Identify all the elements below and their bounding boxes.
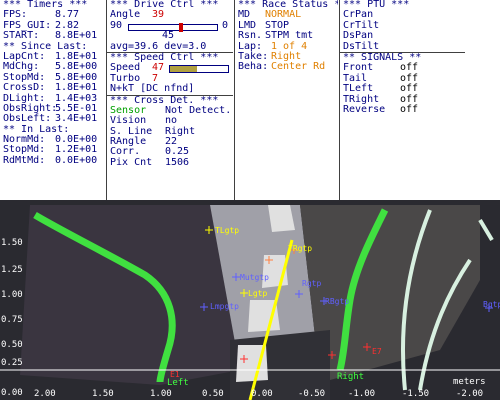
in-last-label: RdMtMd: [3, 154, 46, 166]
ptu-item: DsTilt [343, 40, 380, 52]
drive-ctrl-panel: *** Drive Ctrl *** Angle 39 90 0 45 avg=3… [107, 0, 233, 200]
label-e1: E1 [170, 370, 180, 379]
since-item-value: 1.8E+01 [55, 82, 98, 94]
label-lgtp: Lgtp [248, 289, 268, 298]
nxt-label: N+kT [DC nfnd] [110, 83, 195, 95]
label-left: Left [167, 378, 189, 388]
label-rbgtp: RBgtp [325, 297, 350, 306]
label-bgtp: Bgtp [483, 300, 500, 309]
race-status-panel: *** Race Status *** MDNORMAL LMDSTOP Rsn… [235, 0, 338, 200]
cross-item-value: 1506 [165, 156, 190, 168]
y-tick-label: 1.25 [1, 265, 23, 275]
y-tick-label: 1.00 [1, 290, 23, 300]
camera-view: TLgtp TRgtp Mutgtp Lgtp Rgtp RBgtp Lmpgt… [0, 200, 500, 400]
timers-panel: *** Timers *** FPS: 8.77 FPS_GUI: 2.82 STA… [0, 0, 105, 200]
speed-bar-fill [170, 66, 197, 73]
road-left-segment [20, 205, 240, 385]
in-last-value: 0.0E+00 [55, 154, 98, 166]
x-tick-label: 0.50 [202, 389, 224, 399]
x-tick-label: 1.00 [150, 389, 172, 399]
beha-label: Beha: [238, 61, 269, 73]
beha-value: Center Rd [271, 61, 326, 73]
label-rgtp: Rgtp [302, 279, 322, 288]
x-tick-label: 2.00 [34, 389, 56, 399]
label-right: Right [337, 372, 365, 382]
x-tick-label: -0.50 [298, 389, 326, 399]
units-label: meters [453, 377, 486, 387]
angle-value: 39 [152, 9, 165, 21]
x-tick-label: -2.00 [456, 389, 484, 399]
y-tick-label: 0.75 [1, 315, 23, 325]
signal-value: off [400, 83, 419, 95]
x-tick-label: -1.50 [402, 389, 430, 399]
label-e7: E7 [372, 347, 382, 356]
camera-view-canvas [0, 200, 500, 400]
y-tick-label: 0.50 [1, 340, 23, 350]
y-tick-label: 0.25 [1, 358, 23, 368]
ptu-panel: *** PTU *** CrPan CrTilt DsPan DsTilt **… [340, 0, 500, 200]
slider-max-label: 0 [222, 19, 229, 31]
y-tick-label: 0.00 [1, 388, 23, 398]
x-tick-label: 0.00 [251, 389, 273, 399]
speed-bar [169, 65, 229, 74]
label-lmpgtp: Lmpgtp [210, 302, 239, 311]
label-trgtp: TRgtp [288, 244, 313, 253]
label-mutgtp: Mutgtp [240, 273, 269, 282]
x-tick-label: 1.50 [92, 389, 114, 399]
x-tick-label: -1.00 [348, 389, 376, 399]
y-tick-label: 1.50 [1, 238, 23, 248]
signal-label: Reverse [343, 103, 386, 115]
label-tlgtp: TLgtp [215, 226, 240, 235]
signal-value: off [400, 103, 419, 115]
avg-dev-text: avg=39.6 dev=3.0 [110, 40, 207, 52]
slider-min-label: 90 [110, 19, 123, 31]
cross-item-label: Pix Cnt [110, 156, 153, 168]
signal-label: TLeft [343, 83, 374, 95]
since-item-label: CrossD: [3, 82, 46, 94]
